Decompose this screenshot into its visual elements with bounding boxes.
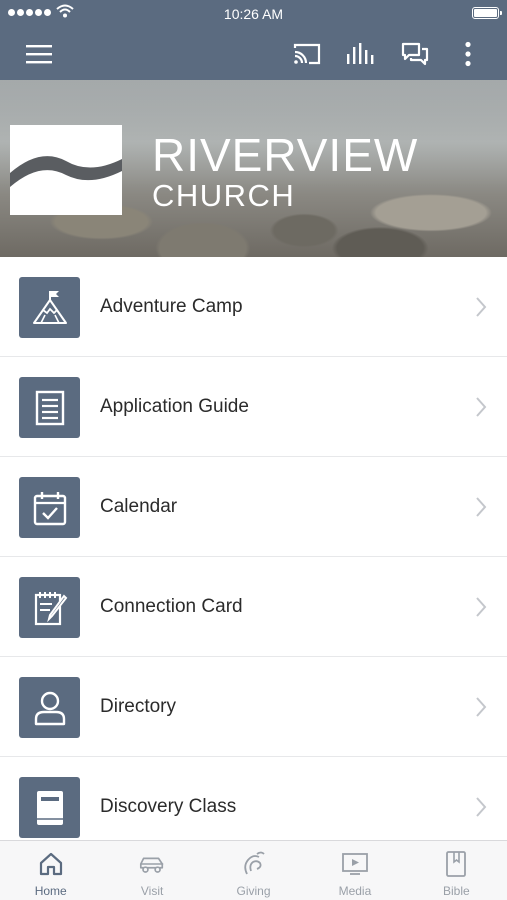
status-time: 10:26 AM	[223, 6, 284, 22]
cast-icon[interactable]	[292, 39, 322, 69]
toolbar	[0, 27, 507, 80]
river-wave-logo	[10, 125, 122, 215]
chevron-right-icon	[476, 597, 487, 617]
home-icon	[37, 850, 65, 878]
battery-icon	[472, 7, 502, 19]
tab-media[interactable]: Media	[304, 841, 405, 900]
hamburger-menu-icon[interactable]	[24, 39, 54, 69]
menu-item-adventure-camp[interactable]: Adventure Camp	[0, 257, 507, 357]
brand-line-1: RIVERVIEW	[152, 129, 419, 181]
menu-item-application-guide[interactable]: Application Guide	[0, 357, 507, 457]
media-play-icon	[341, 850, 369, 878]
brand-wordmark: RIVERVIEW CHURCH	[152, 132, 418, 212]
chevron-right-icon	[476, 497, 487, 517]
tab-label: Visit	[140, 884, 164, 898]
tab-label: Giving	[236, 884, 271, 898]
calendar-check-icon	[19, 477, 80, 538]
tab-home[interactable]: Home	[0, 841, 101, 900]
menu-item-label: Calendar	[100, 496, 178, 517]
menu-item-label: Application Guide	[100, 396, 249, 417]
app-header: 10:26 AM	[0, 0, 507, 80]
car-icon	[138, 850, 166, 878]
audio-bars-icon[interactable]	[346, 39, 376, 69]
more-vertical-icon[interactable]	[453, 39, 483, 69]
status-bar: 10:26 AM	[0, 0, 507, 27]
chevron-right-icon	[476, 797, 487, 817]
giving-hand-icon	[240, 850, 268, 878]
chat-icon[interactable]	[400, 39, 430, 69]
menu-item-label: Discovery Class	[100, 796, 237, 817]
mountain-flag-icon	[19, 277, 80, 338]
tab-giving[interactable]: Giving	[203, 841, 304, 900]
menu-item-label: Directory	[100, 696, 177, 717]
notepad-pen-icon	[19, 577, 80, 638]
person-icon	[19, 677, 80, 738]
tab-label: Media	[338, 884, 372, 898]
menu-item-discovery-class[interactable]: Discovery Class	[0, 757, 507, 840]
menu-list: Adventure Camp Application Guide Calenda…	[0, 257, 507, 840]
tab-bar: Home Visit Giving Media Bible	[0, 840, 507, 900]
brand-line-2: CHURCH	[152, 178, 296, 213]
menu-item-connection-card[interactable]: Connection Card	[0, 557, 507, 657]
menu-item-label: Adventure Camp	[100, 296, 243, 317]
hero-banner: RIVERVIEW CHURCH	[0, 80, 507, 257]
document-icon	[19, 377, 80, 438]
menu-item-label: Connection Card	[100, 596, 243, 617]
chevron-right-icon	[476, 297, 487, 317]
chevron-right-icon	[476, 397, 487, 417]
tab-label: Bible	[442, 884, 470, 898]
bible-bookmark-icon	[442, 850, 470, 878]
menu-item-directory[interactable]: Directory	[0, 657, 507, 757]
tab-bible[interactable]: Bible	[406, 841, 507, 900]
book-icon	[19, 777, 80, 838]
menu-item-calendar[interactable]: Calendar	[0, 457, 507, 557]
tab-visit[interactable]: Visit	[101, 841, 202, 900]
chevron-right-icon	[476, 697, 487, 717]
tab-label: Home	[34, 884, 67, 898]
